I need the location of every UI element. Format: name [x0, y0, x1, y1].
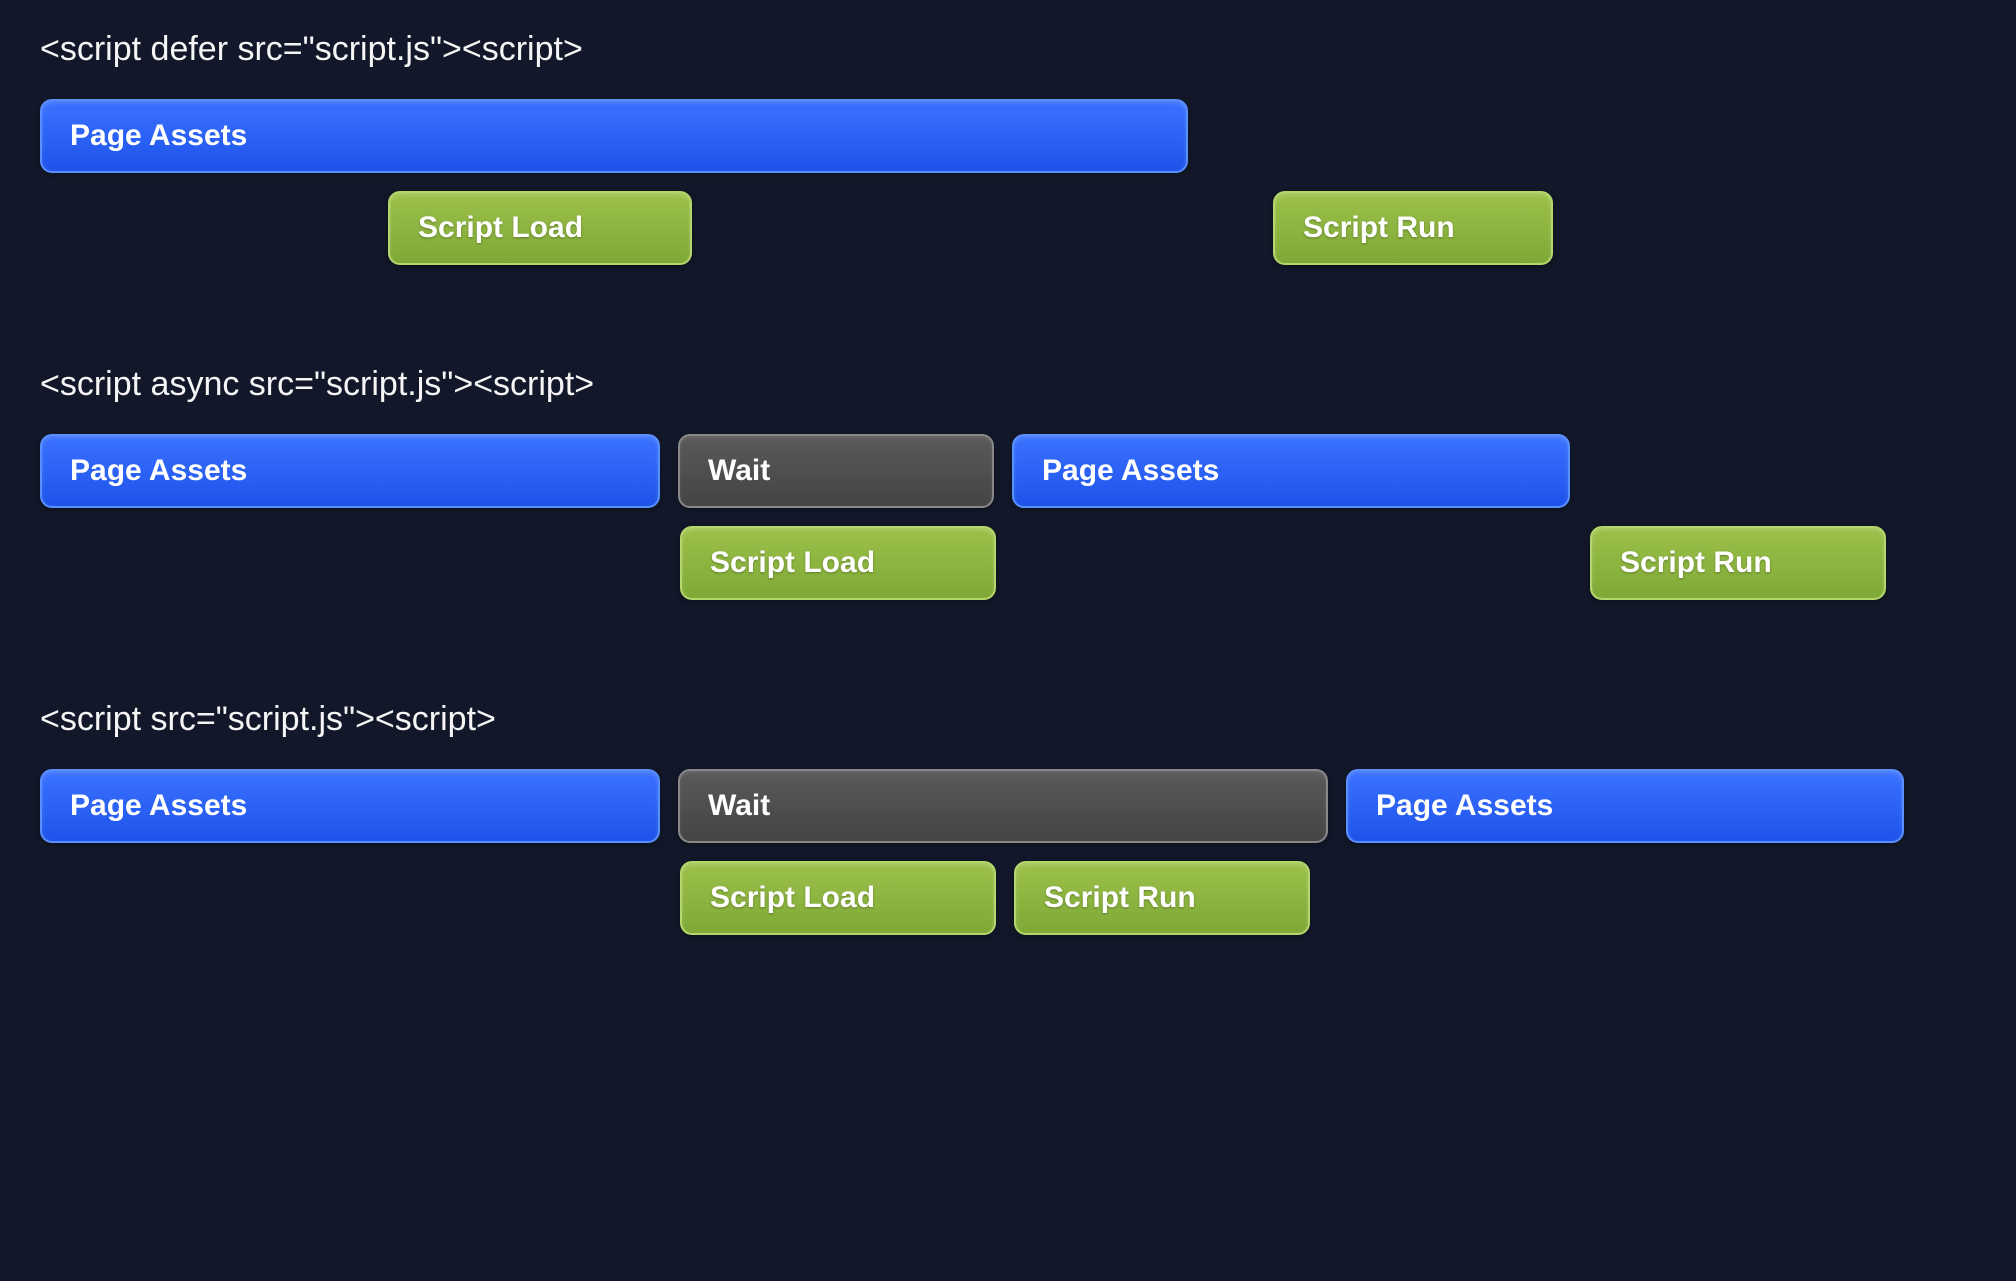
- page-assets-block: Page Assets: [40, 99, 1188, 173]
- timeline-row: Page AssetsWaitPage Assets: [40, 769, 1976, 843]
- spacer: [40, 861, 662, 862]
- section-title: <script defer src="script.js"><script>: [40, 30, 1976, 69]
- script-run-block: Script Run: [1273, 191, 1553, 265]
- wait-block: Wait: [678, 769, 1328, 843]
- spacer: [40, 191, 370, 192]
- section-2: <script src="script.js"><script> Page Ass…: [40, 700, 1976, 935]
- timeline-row: Page Assets: [40, 99, 1976, 173]
- section-0: <script defer src="script.js"><script> Pa…: [40, 30, 1976, 265]
- spacer: [710, 191, 1255, 192]
- spacer: [40, 526, 662, 527]
- script-run-block: Script Run: [1014, 861, 1310, 935]
- section-title: <script src="script.js"><script>: [40, 700, 1976, 739]
- spacer: [1014, 526, 1572, 527]
- wait-block: Wait: [678, 434, 994, 508]
- script-loading-diagram: <script defer src="script.js"><script> Pa…: [40, 30, 1976, 935]
- section-1: <script async src="script.js"><script> Pa…: [40, 365, 1976, 600]
- page-assets-block: Page Assets: [40, 434, 660, 508]
- timeline-row: Page AssetsWaitPage Assets: [40, 434, 1976, 508]
- script-load-block: Script Load: [680, 861, 996, 935]
- timeline-row: Script LoadScript Run: [40, 861, 1976, 935]
- section-title: <script async src="script.js"><script>: [40, 365, 1976, 404]
- script-load-block: Script Load: [680, 526, 996, 600]
- script-load-block: Script Load: [388, 191, 692, 265]
- timeline-row: Script Load Script Run: [40, 191, 1976, 265]
- script-run-block: Script Run: [1590, 526, 1886, 600]
- page-assets-block: Page Assets: [1012, 434, 1570, 508]
- page-assets-block: Page Assets: [1346, 769, 1904, 843]
- timeline-row: Script Load Script Run: [40, 526, 1976, 600]
- page-assets-block: Page Assets: [40, 769, 660, 843]
